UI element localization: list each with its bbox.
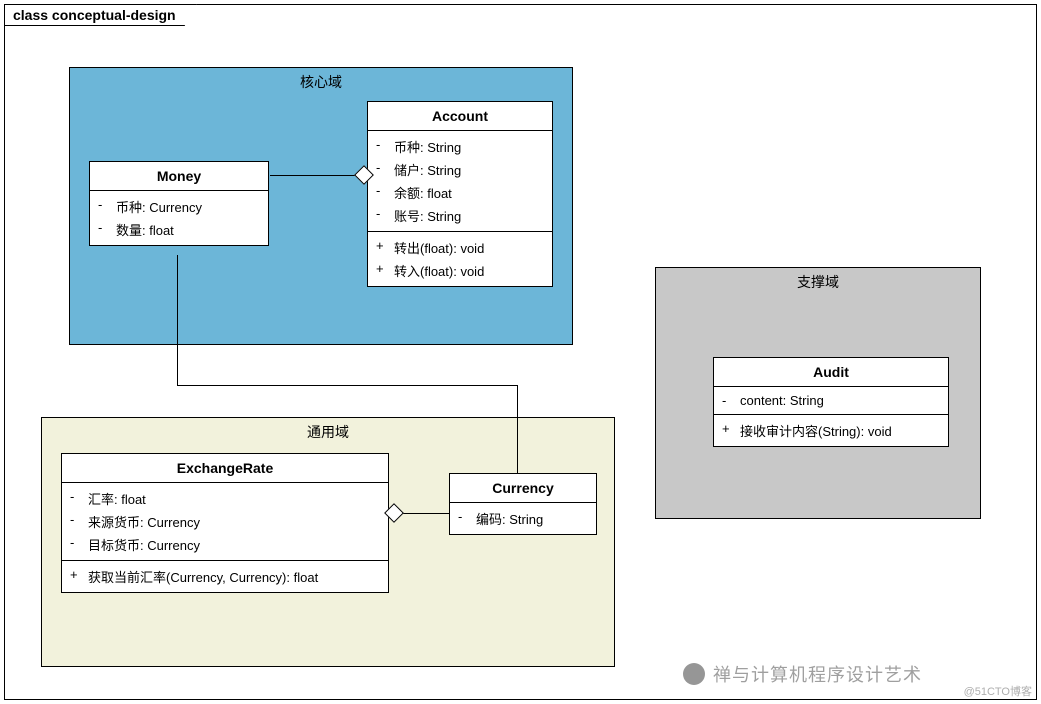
watermark-logo xyxy=(683,663,705,685)
watermark-credit: @51CTO博客 xyxy=(964,683,1032,699)
diagram-frame: class conceptual-design 核心域 通用域 支撑域 Mone… xyxy=(4,4,1037,700)
class-account: Account -币种: String -储户: String -余额: flo… xyxy=(367,101,553,287)
package-generic-label: 通用域 xyxy=(307,422,349,442)
class-currency-name: Currency xyxy=(450,474,596,503)
package-support-label: 支撑域 xyxy=(797,272,839,292)
relation-money-currency-v2 xyxy=(517,385,518,473)
watermark-text: 禅与计算机程序设计艺术 xyxy=(713,661,922,687)
relation-money-currency-v xyxy=(177,255,178,385)
relation-exchangerate-currency xyxy=(402,513,449,514)
relation-account-money xyxy=(270,175,360,176)
package-core-label: 核心域 xyxy=(300,72,342,92)
class-money: Money -币种: Currency -数量: float xyxy=(89,161,269,246)
class-money-name: Money xyxy=(90,162,268,191)
class-audit: Audit -content: String +接收审计内容(String): … xyxy=(713,357,949,447)
relation-money-currency-h xyxy=(177,385,517,386)
class-exchange-rate-name: ExchangeRate xyxy=(62,454,388,483)
class-account-name: Account xyxy=(368,102,552,131)
class-exchange-rate: ExchangeRate -汇率: float -来源货币: Currency … xyxy=(61,453,389,593)
class-audit-name: Audit xyxy=(714,358,948,387)
diagram-title: class conceptual-design xyxy=(4,4,197,26)
class-currency: Currency -编码: String xyxy=(449,473,597,535)
